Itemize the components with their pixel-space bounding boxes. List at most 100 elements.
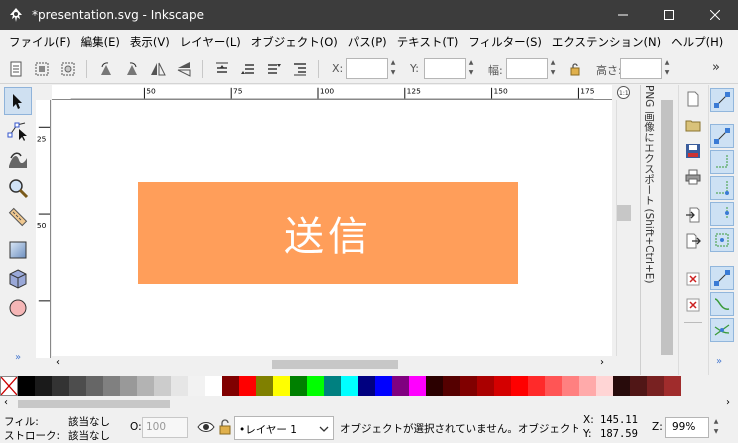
import-button[interactable] [683, 205, 703, 225]
raise-button[interactable] [238, 59, 258, 79]
palette-swatch[interactable] [137, 376, 154, 396]
deselect-button[interactable] [58, 59, 78, 79]
select-all-layers-button[interactable] [32, 59, 52, 79]
3d-box-tool[interactable] [4, 265, 32, 293]
snap-nodes-button[interactable] [710, 266, 734, 290]
vertical-ruler[interactable]: 25 50 [36, 100, 51, 358]
palette-swatch[interactable] [630, 376, 647, 396]
zoom-fit-icon[interactable]: 1:1 [617, 86, 630, 99]
snap-paths-button[interactable] [710, 292, 734, 316]
menu-filters[interactable]: フィルター(S) [463, 30, 547, 54]
measure-tool[interactable] [4, 203, 32, 231]
docked-dialog-tab[interactable]: PNG 画像にエクスポート (Shift+Ctrl+E) [640, 85, 658, 375]
x-field[interactable] [346, 58, 388, 79]
rectangle-tool[interactable] [4, 236, 32, 264]
zoom-tool[interactable] [4, 174, 32, 202]
palette-swatch[interactable] [69, 376, 86, 396]
palette-swatch[interactable] [494, 376, 511, 396]
export-button[interactable] [683, 231, 703, 251]
palette-swatch[interactable] [86, 376, 103, 396]
palette-scroll-right[interactable]: › [726, 397, 730, 408]
lower-to-bottom-button[interactable] [290, 59, 310, 79]
palette-swatch[interactable] [613, 376, 630, 396]
menu-extensions[interactable]: エクステンション(N) [547, 30, 666, 54]
zoom-spinner[interactable]: ▲ ▼ [711, 417, 721, 438]
palette-swatch[interactable] [664, 376, 681, 396]
raise-to-top-button[interactable] [212, 59, 232, 79]
palette-swatch[interactable] [52, 376, 69, 396]
node-tool[interactable] [4, 116, 32, 144]
palette-swatch[interactable] [120, 376, 137, 396]
palette-scroll-left[interactable]: ‹ [4, 397, 8, 408]
palette-swatch[interactable] [579, 376, 596, 396]
menu-object[interactable]: オブジェクト(O) [246, 30, 343, 54]
menu-text[interactable]: テキスト(T) [392, 30, 464, 54]
palette-swatch[interactable] [460, 376, 477, 396]
select-all-button[interactable] [6, 59, 26, 79]
palette-swatch[interactable] [103, 376, 120, 396]
snap-bbox-button[interactable] [710, 124, 734, 148]
drawing-canvas[interactable]: 送信 [52, 100, 612, 356]
palette-scroll-thumb[interactable] [18, 400, 170, 408]
lock-proportions-button[interactable] [565, 59, 585, 79]
y-field[interactable] [424, 58, 466, 79]
lower-button[interactable] [264, 59, 284, 79]
palette-swatch[interactable] [392, 376, 409, 396]
layer-lock-icon[interactable] [218, 419, 232, 435]
palette-swatch[interactable] [562, 376, 579, 396]
palette-swatch[interactable] [154, 376, 171, 396]
palette-swatch[interactable] [528, 376, 545, 396]
palette-swatch[interactable] [647, 376, 664, 396]
palette-swatch[interactable] [409, 376, 426, 396]
rotate-ccw-button[interactable] [96, 59, 116, 79]
snap-bbox-corner-button[interactable] [710, 176, 734, 200]
palette-swatch[interactable] [426, 376, 443, 396]
horizontal-scroll-thumb[interactable] [272, 360, 398, 369]
flip-vertical-button[interactable] [174, 59, 194, 79]
palette-swatch[interactable] [443, 376, 460, 396]
horizontal-ruler[interactable]: 50 75 100 125 150 175 [52, 85, 612, 100]
tweak-tool[interactable] [4, 145, 32, 173]
orange-rectangle-object[interactable]: 送信 [138, 182, 518, 284]
x-spinner[interactable]: ▲ ▼ [388, 58, 398, 79]
palette-swatch[interactable] [171, 376, 188, 396]
snap-bbox-midpoint-button[interactable] [710, 202, 734, 226]
palette-swatch[interactable] [307, 376, 324, 396]
eye-visibility-icon[interactable] [197, 421, 215, 433]
palette-scrollbar[interactable]: ‹ › [0, 396, 738, 412]
vertical-scrollbar[interactable] [612, 100, 636, 356]
snap-toggle-button[interactable] [710, 88, 734, 112]
menu-view[interactable]: 表示(V) [125, 30, 175, 54]
new-document-button[interactable] [683, 89, 703, 109]
print-button[interactable] [683, 167, 703, 187]
zoom-field[interactable]: 99% [665, 417, 709, 438]
selector-tool[interactable] [4, 87, 32, 115]
height-field[interactable] [620, 58, 662, 79]
palette-swatch[interactable] [222, 376, 239, 396]
palette-swatch[interactable] [188, 376, 205, 396]
palette-swatch[interactable] [290, 376, 307, 396]
y-spinner[interactable]: ▲ ▼ [466, 58, 476, 79]
redo-button[interactable] [683, 295, 703, 315]
palette-swatch[interactable] [239, 376, 256, 396]
fill-value[interactable]: 該当なし [68, 414, 110, 429]
minimize-button[interactable] [600, 0, 646, 30]
palette-swatch[interactable] [18, 376, 35, 396]
width-field[interactable] [506, 58, 548, 79]
save-button[interactable] [683, 141, 703, 161]
menu-edit[interactable]: 編集(E) [76, 30, 125, 54]
horizontal-scrollbar[interactable]: ‹ › [52, 356, 612, 372]
palette-swatch[interactable] [375, 376, 392, 396]
toolbar-overflow-button[interactable]: » [712, 60, 720, 75]
palette-swatch[interactable] [35, 376, 52, 396]
rotate-cw-button[interactable] [122, 59, 142, 79]
flip-horizontal-button[interactable] [148, 59, 168, 79]
snap-bbox-center-button[interactable] [710, 228, 734, 252]
ellipse-tool[interactable] [4, 294, 32, 322]
palette-swatch[interactable] [205, 376, 222, 396]
vertical-scroll-thumb[interactable] [617, 205, 631, 221]
undo-button[interactable] [683, 269, 703, 289]
no-paint-swatch[interactable] [0, 376, 18, 396]
dock-scroll-thumb[interactable] [661, 100, 673, 355]
opacity-field[interactable]: 100 [142, 417, 188, 438]
